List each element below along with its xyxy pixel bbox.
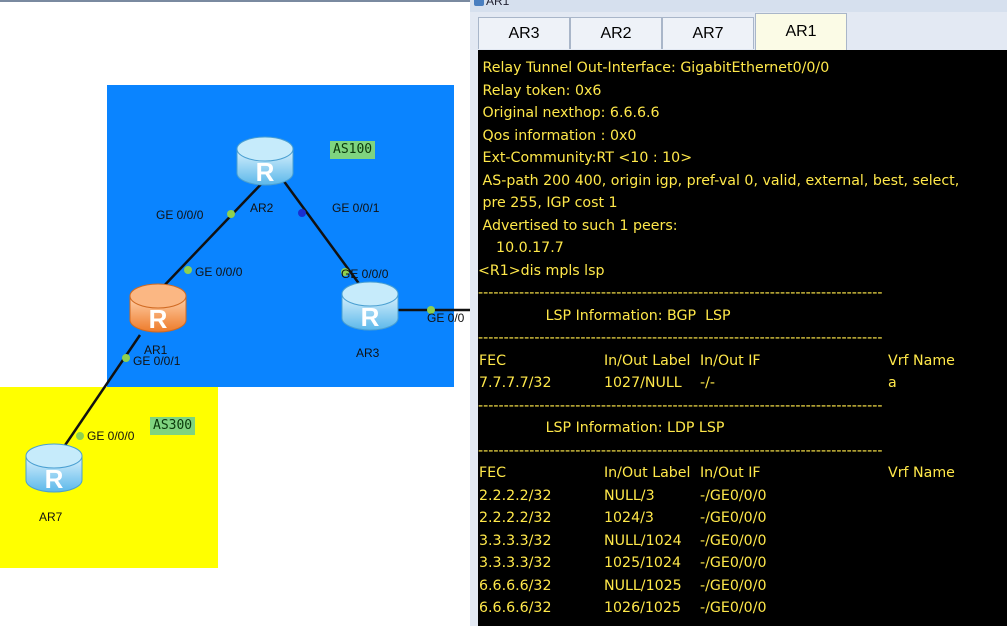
router-ar3-label: AR3 bbox=[356, 346, 380, 360]
svg-text:R: R bbox=[45, 464, 64, 494]
port-label-ar1-ge000: GE 0/0/0 bbox=[195, 265, 243, 279]
terminal-table-cell: Vrf Name bbox=[888, 465, 955, 481]
router-icon: R bbox=[341, 281, 399, 332]
terminal-table-cell: In/Out Label bbox=[604, 352, 691, 369]
router-ar7[interactable]: R bbox=[24, 440, 84, 504]
terminal-table-cell: -/GE0/0/0 bbox=[700, 555, 767, 571]
tab-ar2[interactable]: AR2 bbox=[570, 17, 662, 49]
terminal-line: ----------------------------------------… bbox=[478, 330, 883, 346]
terminal-table-row: 3.3.3.3/32 1025/1024 -/GE0/0/0 bbox=[478, 552, 1007, 575]
terminal-table-cell: 2.2.2.2/32 bbox=[479, 510, 552, 526]
terminal-table-cell: 1026/1025 bbox=[604, 600, 681, 616]
terminal-table-row: 6.6.6.6/32 NULL/1025 -/GE0/0/0 bbox=[478, 575, 1007, 598]
port-label-ar7-ge000: GE 0/0/0 bbox=[87, 429, 135, 443]
terminal-line: LSP Information: LDP LSP bbox=[478, 420, 725, 436]
port-label-ar2-ge001: GE 0/0/1 bbox=[332, 201, 380, 215]
terminal-table-cell: 6.6.6.6/32 bbox=[479, 600, 552, 616]
terminal-table-row: 2.2.2.2/32 1024/3 -/GE0/0/0 bbox=[478, 507, 1007, 530]
terminal-table-cell: a bbox=[888, 375, 897, 391]
terminal-table-cell: 1027/NULL bbox=[604, 375, 682, 391]
terminal-line: LSP Information: BGP LSP bbox=[478, 307, 731, 324]
terminal-table-cell: In/Out Label bbox=[604, 465, 691, 481]
router-ar7-label: AR7 bbox=[39, 510, 63, 524]
tab-ar1[interactable]: AR1 bbox=[755, 13, 847, 50]
router-icon: R bbox=[25, 443, 83, 494]
terminal-line: ----------------------------------------… bbox=[478, 397, 883, 414]
terminal-table-cell: NULL/3 bbox=[604, 487, 655, 504]
terminal-line: AS-path 200 400, origin igp, pref-val 0,… bbox=[478, 172, 964, 189]
terminal-line: pre 255, IGP cost 1 bbox=[478, 195, 618, 211]
port-label-ar3-ge00x: GE 0/0 bbox=[427, 311, 465, 325]
tab-ar3[interactable]: AR3 bbox=[478, 17, 570, 49]
terminal-table-cell: -/GE0/0/0 bbox=[700, 577, 767, 594]
terminal-table-cell: 3.3.3.3/32 bbox=[479, 532, 552, 549]
svg-text:R: R bbox=[149, 304, 168, 334]
terminal-table-cell: NULL/1024 bbox=[604, 532, 682, 549]
terminal-line: 10.0.17.7 bbox=[478, 240, 564, 256]
terminal-table-cell: -/GE0/0/0 bbox=[700, 600, 767, 616]
terminal-line: Relay token: 0x6 bbox=[478, 82, 602, 99]
console-window-icon bbox=[474, 0, 484, 6]
console-tab-bar: AR3 AR2 AR7 AR1 bbox=[470, 12, 1007, 50]
port-label-ar1-ge001: GE 0/0/1 bbox=[133, 354, 181, 368]
terminal-line: Advertised to such 1 peers: bbox=[478, 217, 678, 234]
console-title-bar[interactable]: AR1 bbox=[470, 0, 1007, 12]
terminal-table-cell: FEC bbox=[479, 465, 507, 481]
terminal-table-cell: 1025/1024 bbox=[604, 555, 681, 571]
console-window[interactable]: AR1 AR3 AR2 AR7 AR1 Relay Tunnel Out-Int… bbox=[470, 0, 1007, 626]
terminal-output[interactable]: Relay Tunnel Out-Interface: GigabitEther… bbox=[478, 50, 1007, 626]
terminal-table-cell: 1024/3 bbox=[604, 510, 654, 526]
console-window-title: AR1 bbox=[486, 0, 510, 8]
terminal-table-cell: NULL/1025 bbox=[604, 577, 682, 594]
terminal-table-cell: -/GE0/0/0 bbox=[700, 487, 767, 504]
port-dot-ar1-ge000 bbox=[184, 266, 192, 274]
terminal-line: Ext-Community:RT <10 : 10> bbox=[478, 150, 693, 166]
terminal-line: Original nexthop: 6.6.6.6 bbox=[478, 105, 660, 121]
router-ar3[interactable]: R bbox=[340, 278, 400, 342]
svg-text:R: R bbox=[361, 302, 380, 332]
terminal-line: Relay Tunnel Out-Interface: GigabitEther… bbox=[478, 60, 830, 76]
terminal-table-cell: In/Out IF bbox=[700, 465, 761, 481]
terminal-table-cell: -/GE0/0/0 bbox=[700, 532, 767, 549]
svg-text:R: R bbox=[256, 157, 275, 187]
port-dot-ar2-ge001 bbox=[298, 209, 306, 217]
terminal-table-cell: 7.7.7.7/32 bbox=[479, 375, 552, 391]
terminal-table-row: 7.7.7.7/32 1027/NULL -/- a bbox=[478, 372, 1007, 395]
terminal-line: Qos information : 0x0 bbox=[478, 127, 637, 144]
port-dot-ar1-ge001 bbox=[122, 354, 130, 362]
terminal-table-row: FEC In/Out Label In/Out IF Vrf Name bbox=[478, 462, 1007, 485]
terminal-table-row: 6.6.6.6/32 1026/1025 -/GE0/0/0 bbox=[478, 597, 1007, 620]
port-dot-ar7-ge000 bbox=[76, 432, 84, 440]
terminal-table-row: FEC In/Out Label In/Out IF Vrf Name bbox=[478, 350, 1007, 373]
port-label-ar2-ge000: GE 0/0/0 bbox=[156, 208, 204, 222]
router-ar1[interactable]: R bbox=[128, 280, 188, 344]
terminal-table-row: 2.2.2.2/32 NULL/3 -/GE0/0/0 bbox=[478, 485, 1007, 508]
tab-ar7[interactable]: AR7 bbox=[662, 17, 754, 49]
terminal-table-cell: 2.2.2.2/32 bbox=[479, 487, 552, 504]
terminal-table-cell: In/Out IF bbox=[700, 352, 761, 369]
port-dot-ar2-ge000 bbox=[227, 210, 235, 218]
terminal-line: ----------------------------------------… bbox=[478, 442, 883, 459]
terminal-table-cell: -/- bbox=[700, 375, 716, 391]
router-ar2-label: AR2 bbox=[250, 201, 274, 215]
router-ar2[interactable]: R bbox=[235, 133, 295, 197]
port-label-ar3-ge000: GE 0/0/0 bbox=[341, 267, 389, 281]
terminal-line: <R1>dis mpls lsp bbox=[478, 262, 605, 279]
terminal-table-cell: Vrf Name bbox=[888, 352, 955, 369]
terminal-table-cell: FEC bbox=[479, 352, 507, 369]
terminal-table-cell: 3.3.3.3/32 bbox=[479, 555, 552, 571]
router-icon: R bbox=[236, 136, 294, 187]
terminal-line: ----------------------------------------… bbox=[478, 285, 883, 301]
router-icon: R bbox=[129, 283, 187, 334]
as300-label: AS300 bbox=[150, 417, 196, 435]
as100-label: AS100 bbox=[330, 141, 376, 159]
terminal-table-cell: 6.6.6.6/32 bbox=[479, 577, 552, 594]
terminal-table-row: 3.3.3.3/32 NULL/1024 -/GE0/0/0 bbox=[478, 530, 1007, 553]
terminal-table-cell: -/GE0/0/0 bbox=[700, 510, 767, 526]
topology-canvas[interactable]: AS100 AS300 R AR2 R AR1 R AR3 R AR7 GE 0… bbox=[0, 0, 470, 626]
